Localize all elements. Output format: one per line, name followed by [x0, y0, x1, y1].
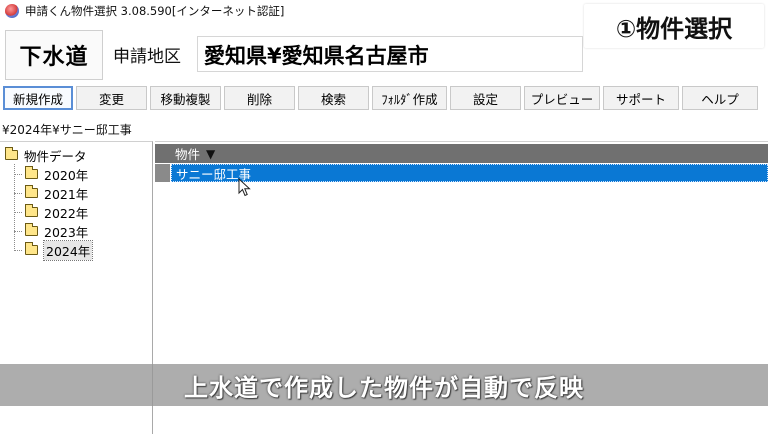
tree-item-2024[interactable]: 2024年 [25, 239, 94, 261]
support-button[interactable]: サポート [603, 86, 679, 110]
tree-item-label: 2023年 [44, 224, 89, 240]
tree-item-label: 2024年 [42, 239, 94, 261]
folder-icon [25, 204, 38, 217]
tree-connector [14, 193, 22, 194]
caption-band: 上水道で作成した物件が自動で反映 [0, 364, 768, 406]
tree-item-2023[interactable]: 2023年 [25, 222, 88, 240]
delete-button[interactable]: 削除 [224, 86, 295, 110]
tree-connector [14, 231, 22, 232]
header: 下水道 申請地区 愛知県¥愛知県名古屋市 [0, 24, 768, 84]
tree-item-label: 2022年 [44, 205, 89, 221]
tree-connector [14, 164, 15, 251]
tree-item-2020[interactable]: 2020年 [25, 165, 88, 183]
caption-text: 上水道で作成した物件が自動で反映 [184, 373, 584, 402]
app-icon [5, 4, 19, 18]
tree-connector [14, 174, 22, 175]
column-header-label: 物件 [175, 147, 201, 162]
folder-icon [25, 166, 38, 179]
tree-root[interactable]: 物件データ [5, 146, 87, 164]
list-item[interactable]: サニー邸工事 [171, 164, 768, 182]
area-field[interactable]: 愛知県¥愛知県名古屋市 [197, 36, 583, 72]
folder-icon [25, 242, 38, 255]
system-name: 下水道 [5, 30, 103, 80]
tree-item-2022[interactable]: 2022年 [25, 203, 88, 221]
folder-icon [5, 147, 18, 160]
tree-item-label: 2020年 [44, 167, 89, 183]
tree-connector [14, 250, 22, 251]
preview-button[interactable]: プレビュー [524, 86, 600, 110]
row-selector[interactable] [155, 164, 170, 182]
mouse-cursor-icon [238, 178, 251, 197]
help-button[interactable]: ヘルプ [682, 86, 758, 110]
toolbar: 新規作成 変更 移動複製 削除 検索 ﾌｫﾙﾀﾞ作成 設定 プレビュー サポート… [0, 86, 768, 113]
settings-button[interactable]: 設定 [450, 86, 521, 110]
move-copy-button[interactable]: 移動複製 [150, 86, 221, 110]
tree-item-2021[interactable]: 2021年 [25, 184, 88, 202]
tree-root-label: 物件データ [24, 148, 87, 164]
folder-icon [25, 185, 38, 198]
edit-button[interactable]: 変更 [76, 86, 147, 110]
tree-connector [14, 212, 22, 213]
column-header-property[interactable]: 物件 ▼ [155, 144, 768, 163]
sort-desc-icon: ▼ [206, 146, 216, 161]
folder-icon [25, 223, 38, 236]
create-folder-button[interactable]: ﾌｫﾙﾀﾞ作成 [372, 86, 447, 110]
tree-item-label: 2021年 [44, 186, 89, 202]
area-label: 申請地区 [113, 47, 181, 67]
window-title: 申請くん物件選択 3.08.590[インターネット認証] [25, 4, 285, 18]
search-button[interactable]: 検索 [298, 86, 369, 110]
new-button[interactable]: 新規作成 [3, 86, 73, 110]
breadcrumb: ¥2024年¥サニー邸工事 [2, 123, 132, 137]
